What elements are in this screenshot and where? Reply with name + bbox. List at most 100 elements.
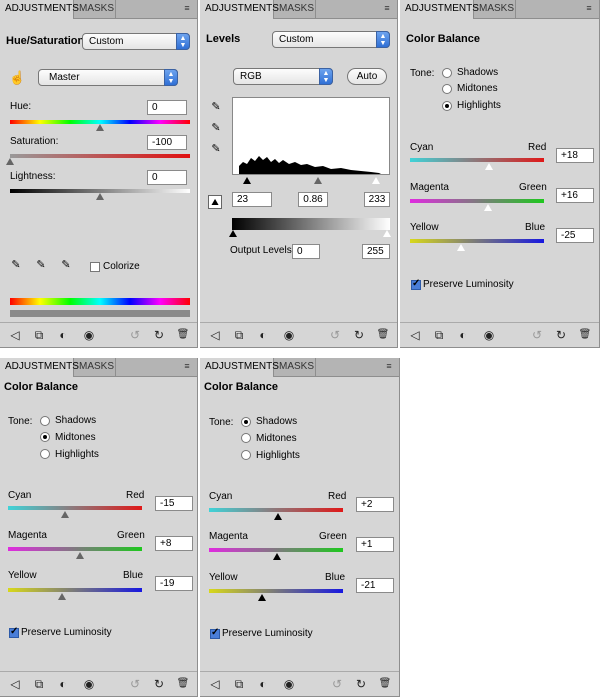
visibility-eye-icon[interactable]: ◉ <box>282 677 296 691</box>
midtones-radio[interactable] <box>241 433 251 443</box>
clip-to-layer-icon[interactable]: ◐ <box>56 328 70 342</box>
panel-menu-icon[interactable]: ≡ <box>381 3 393 13</box>
input-gamma-slider-thumb[interactable] <box>314 177 322 184</box>
panel-menu-icon[interactable]: ≡ <box>383 361 395 371</box>
yellow-blue-field[interactable]: -25 <box>556 228 594 243</box>
tab-masks[interactable]: MASKS <box>274 358 316 376</box>
trash-icon[interactable]: 🗑 <box>578 328 592 342</box>
magenta-green-field[interactable]: +1 <box>356 537 394 552</box>
previous-state-icon[interactable]: ↺ <box>530 328 544 342</box>
yellow-blue-field[interactable]: -19 <box>155 576 193 591</box>
preserve-luminosity-checkbox[interactable] <box>9 626 19 638</box>
reset-icon[interactable]: ↻ <box>354 677 368 691</box>
tab-adjustments[interactable]: ADJUSTMENTS <box>0 0 79 19</box>
saturation-field[interactable]: -100 <box>147 135 187 150</box>
channel-select[interactable]: RGB ▲ ▼ <box>233 68 333 85</box>
midtones-radio[interactable] <box>40 432 50 442</box>
expand-view-icon[interactable]: ⧉ <box>32 328 46 342</box>
eyedropper-plus-icon[interactable]: ✎ <box>35 258 47 272</box>
output-gradient-bar[interactable] <box>232 218 390 230</box>
previous-state-icon[interactable]: ↺ <box>128 328 142 342</box>
clip-to-layer-icon[interactable]: ◐ <box>456 328 470 342</box>
eyedropper-minus-icon[interactable]: ✎ <box>60 258 72 272</box>
reset-icon[interactable]: ↻ <box>152 328 166 342</box>
gray-point-eyedropper-icon[interactable]: ✎ <box>210 121 222 135</box>
input-white-slider-thumb[interactable] <box>372 177 380 184</box>
trash-icon[interactable]: 🗑 <box>376 328 390 342</box>
preset-select[interactable]: Custom ▲ ▼ <box>272 31 390 48</box>
hue-slider-thumb[interactable] <box>96 124 104 131</box>
shadows-radio[interactable] <box>241 417 251 427</box>
midtones-radio[interactable] <box>442 84 452 94</box>
back-icon[interactable]: ◁ <box>208 328 222 342</box>
yellow-blue-slider-track[interactable] <box>209 589 343 593</box>
cyan-red-slider-thumb[interactable] <box>274 513 282 520</box>
output-white-slider-thumb[interactable] <box>383 230 391 237</box>
cyan-red-slider-thumb[interactable] <box>61 511 69 518</box>
cyan-red-slider-track[interactable] <box>8 506 142 510</box>
tab-adjustments[interactable]: ADJUSTMENTS <box>0 358 79 377</box>
magenta-green-slider-thumb[interactable] <box>273 553 281 560</box>
tab-masks[interactable]: MASKS <box>474 0 516 18</box>
yellow-blue-slider-thumb[interactable] <box>457 244 465 251</box>
previous-state-icon[interactable]: ↺ <box>330 677 344 691</box>
reset-icon[interactable]: ↻ <box>352 328 366 342</box>
visibility-eye-icon[interactable]: ◉ <box>82 677 96 691</box>
expand-view-icon[interactable]: ⧉ <box>32 677 46 691</box>
reset-icon[interactable]: ↻ <box>152 677 166 691</box>
clip-to-layer-icon[interactable]: ◐ <box>56 677 70 691</box>
preserve-luminosity-checkbox[interactable] <box>210 627 220 639</box>
tab-masks[interactable]: MASKS <box>74 358 116 376</box>
tab-adjustments[interactable]: ADJUSTMENTS <box>200 358 279 377</box>
reset-icon[interactable]: ↻ <box>554 328 568 342</box>
visibility-eye-icon[interactable]: ◉ <box>282 328 296 342</box>
output-black-field[interactable]: 0 <box>292 244 320 259</box>
panel-menu-icon[interactable]: ≡ <box>181 3 193 13</box>
panel-menu-icon[interactable]: ≡ <box>583 3 595 13</box>
previous-state-icon[interactable]: ↺ <box>128 677 142 691</box>
yellow-blue-slider-thumb[interactable] <box>258 594 266 601</box>
trash-icon[interactable]: 🗑 <box>176 328 190 342</box>
shadows-radio[interactable] <box>40 416 50 426</box>
back-icon[interactable]: ◁ <box>408 328 422 342</box>
tab-masks[interactable]: MASKS <box>274 0 316 18</box>
back-icon[interactable]: ◁ <box>8 328 22 342</box>
lightness-slider-thumb[interactable] <box>96 193 104 200</box>
panel-menu-icon[interactable]: ≡ <box>181 361 193 371</box>
expand-view-icon[interactable]: ⧉ <box>432 328 446 342</box>
auto-adjust-icon[interactable]: ⛰ <box>208 195 222 209</box>
tab-adjustments[interactable]: ADJUSTMENTS <box>200 0 279 19</box>
magenta-green-field[interactable]: +8 <box>155 536 193 551</box>
visibility-eye-icon[interactable]: ◉ <box>482 328 496 342</box>
highlights-radio[interactable] <box>40 449 50 459</box>
preset-select[interactable]: Custom ▲ ▼ <box>82 33 190 50</box>
trash-icon[interactable]: 🗑 <box>378 677 392 691</box>
trash-icon[interactable]: 🗑 <box>176 677 190 691</box>
yellow-blue-slider-thumb[interactable] <box>58 593 66 600</box>
input-black-field[interactable]: 23 <box>232 192 272 207</box>
magenta-green-slider-thumb[interactable] <box>76 552 84 559</box>
highlights-radio[interactable] <box>442 101 452 111</box>
black-point-eyedropper-icon[interactable]: ✎ <box>210 100 222 114</box>
magenta-green-slider-track[interactable] <box>8 547 142 551</box>
yellow-blue-field[interactable]: -21 <box>356 578 394 593</box>
cyan-red-field[interactable]: -15 <box>155 496 193 511</box>
targeted-adjustment-hand-icon[interactable]: ☝ <box>9 71 25 85</box>
tab-adjustments[interactable]: ADJUSTMENTS <box>400 0 479 19</box>
back-icon[interactable]: ◁ <box>208 677 222 691</box>
colorize-checkbox[interactable] <box>90 262 100 272</box>
input-black-slider-thumb[interactable] <box>243 177 251 184</box>
magenta-green-field[interactable]: +16 <box>556 188 594 203</box>
previous-state-icon[interactable]: ↺ <box>328 328 342 342</box>
hue-field[interactable]: 0 <box>147 100 187 115</box>
shadows-radio[interactable] <box>442 68 452 78</box>
output-black-slider-thumb[interactable] <box>229 230 237 237</box>
input-white-field[interactable]: 233 <box>364 192 390 207</box>
back-icon[interactable]: ◁ <box>8 677 22 691</box>
highlights-radio[interactable] <box>241 450 251 460</box>
cyan-red-slider-track[interactable] <box>209 508 343 512</box>
auto-button[interactable]: Auto <box>347 68 387 85</box>
tab-masks[interactable]: MASKS <box>74 0 116 18</box>
expand-view-icon[interactable]: ⧉ <box>232 677 246 691</box>
input-gamma-field[interactable]: 0.86 <box>298 192 328 207</box>
